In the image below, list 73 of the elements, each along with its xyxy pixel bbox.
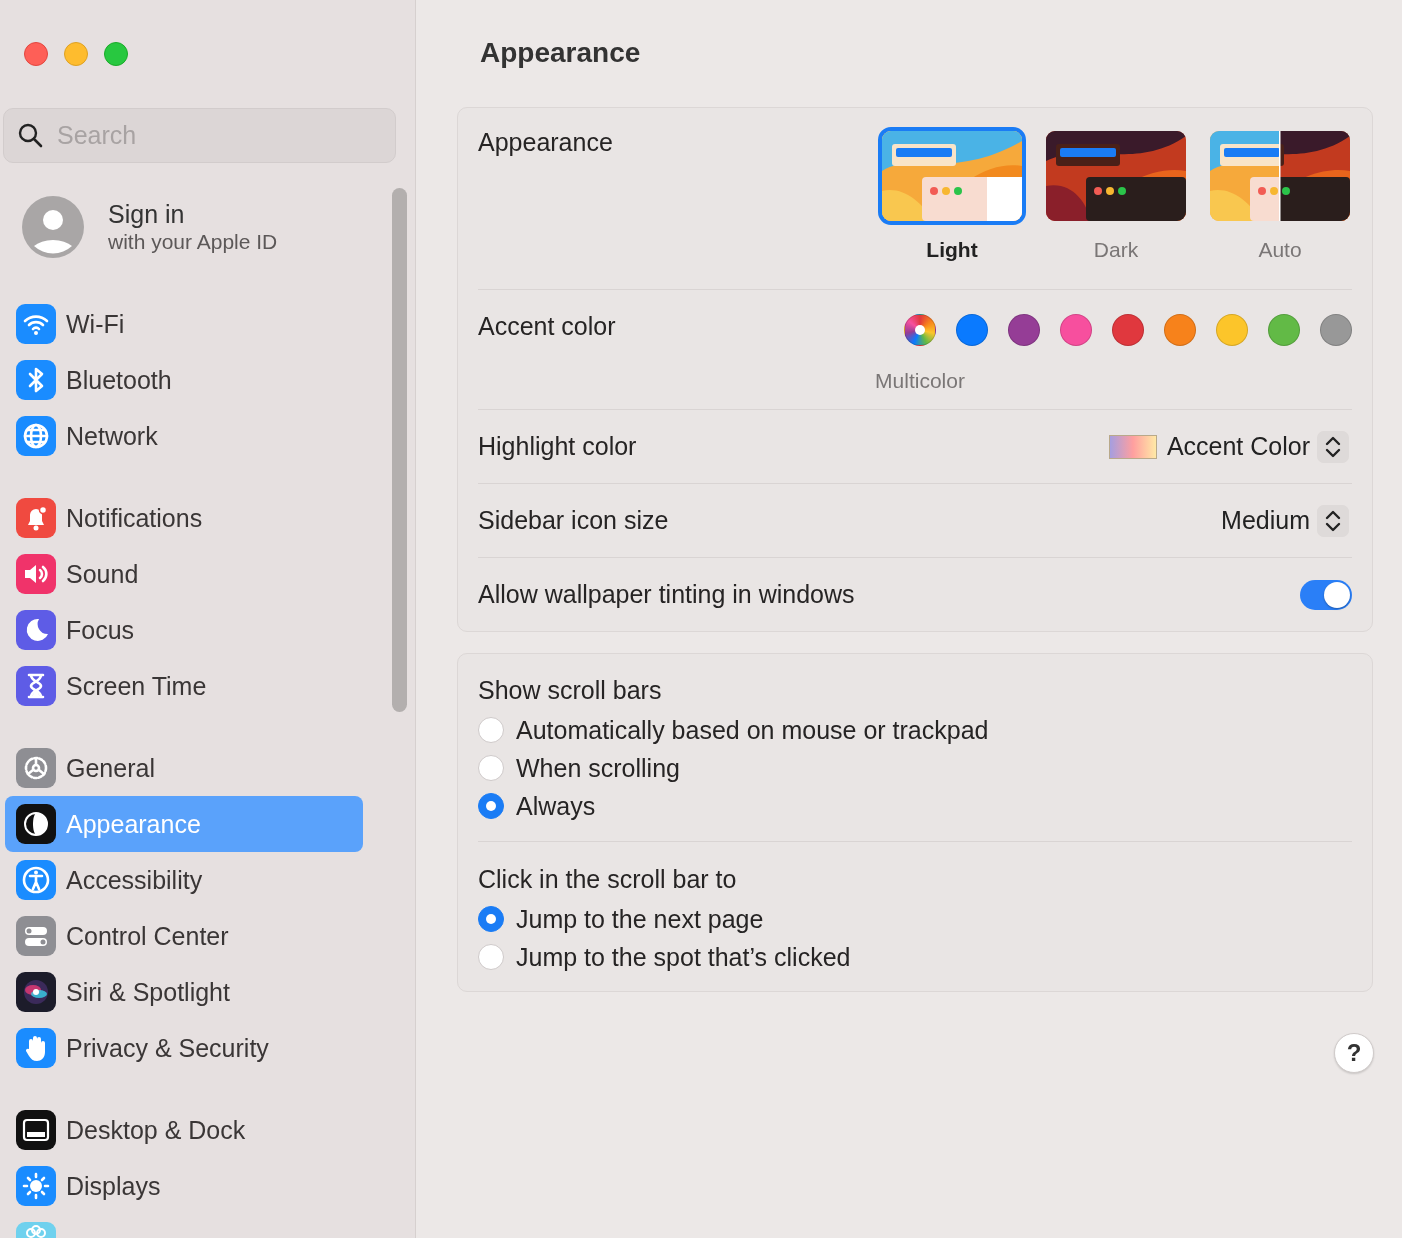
sidebar-item[interactable]: Screen Time bbox=[5, 658, 363, 714]
gear-icon bbox=[16, 748, 56, 788]
popup-button[interactable]: Accent Color bbox=[1166, 430, 1349, 463]
setting-label: Highlight color bbox=[478, 432, 637, 461]
hourglass-icon bbox=[16, 666, 56, 706]
setting-label: Allow wallpaper tinting in windows bbox=[478, 580, 855, 609]
toggle-switch[interactable] bbox=[1300, 579, 1352, 610]
sidebar-item[interactable]: Control Center bbox=[5, 908, 363, 964]
color-caption: Multicolor bbox=[875, 368, 965, 394]
setting-label: Accent color bbox=[478, 312, 616, 341]
orb-icon bbox=[16, 972, 56, 1012]
theme-label[interactable]: Dark bbox=[1093, 237, 1139, 263]
zoom-button[interactable] bbox=[104, 42, 128, 66]
sidebar-item[interactable]: Network bbox=[5, 408, 363, 464]
bell-icon bbox=[16, 498, 56, 538]
popup-button[interactable]: Medium bbox=[1221, 504, 1349, 537]
radio-label[interactable]: Always bbox=[516, 791, 596, 821]
hand-icon bbox=[16, 1028, 56, 1068]
sidebar-item[interactable]: Desktop & Dock bbox=[5, 1102, 363, 1158]
account-subtitle: with your Apple ID bbox=[108, 229, 278, 255]
wifi-icon bbox=[16, 304, 56, 344]
radio-button[interactable] bbox=[478, 793, 504, 819]
scrollbar[interactable] bbox=[392, 188, 407, 712]
color-swatch[interactable] bbox=[1320, 314, 1352, 346]
color-swatch[interactable] bbox=[1164, 314, 1196, 346]
radio-label[interactable]: Jump to the next page bbox=[516, 904, 764, 934]
bluetooth-icon bbox=[16, 360, 56, 400]
radio-label[interactable]: Automatically based on mouse or trackpad bbox=[516, 715, 989, 745]
radio-button[interactable] bbox=[478, 755, 504, 781]
sidebar-item[interactable]: Notifications bbox=[5, 490, 363, 546]
color-swatch[interactable] bbox=[1112, 314, 1144, 346]
sidebar-item[interactable]: Wi-Fi bbox=[5, 296, 363, 352]
color-swatch[interactable] bbox=[1008, 314, 1040, 346]
moon-icon bbox=[16, 610, 56, 650]
sidebar-item[interactable]: Privacy & Security bbox=[5, 1020, 363, 1076]
setting-label: Appearance bbox=[478, 128, 613, 157]
sidebar-item[interactable]: Displays bbox=[5, 1158, 363, 1214]
accessibility-icon bbox=[16, 860, 56, 900]
color-swatch[interactable] bbox=[1060, 314, 1092, 346]
radio-label[interactable]: Jump to the spot that’s clicked bbox=[516, 942, 851, 972]
theme-label[interactable]: Light bbox=[926, 237, 978, 263]
color-swatch bbox=[1108, 434, 1157, 459]
toggles-icon bbox=[16, 916, 56, 956]
color-swatch[interactable] bbox=[904, 314, 936, 346]
dock-icon bbox=[16, 1110, 56, 1150]
radio-button[interactable] bbox=[478, 717, 504, 743]
section-title: Show scroll bars bbox=[478, 675, 663, 705]
sidebar-item[interactable]: General bbox=[5, 740, 363, 796]
close-button[interactable] bbox=[24, 42, 48, 66]
setting-label: Sidebar icon size bbox=[478, 506, 669, 535]
speaker-icon bbox=[16, 554, 56, 594]
sidebar-item[interactable]: Siri & Spotlight bbox=[5, 964, 363, 1020]
section-title: Click in the scroll bar to bbox=[478, 864, 738, 894]
color-swatch[interactable] bbox=[1216, 314, 1248, 346]
radio-button[interactable] bbox=[478, 944, 504, 970]
radio-label[interactable]: When scrolling bbox=[516, 753, 680, 783]
contrast-icon bbox=[16, 804, 56, 844]
radio-button[interactable] bbox=[478, 906, 504, 932]
page-title: Appearance bbox=[480, 36, 642, 70]
theme-label[interactable]: Auto bbox=[1258, 237, 1302, 263]
help-button[interactable]: ? bbox=[1334, 1033, 1374, 1073]
color-swatch[interactable] bbox=[956, 314, 988, 346]
sun-icon bbox=[16, 1166, 56, 1206]
minimize-button[interactable] bbox=[64, 42, 88, 66]
avatar-icon[interactable] bbox=[22, 196, 84, 258]
sign-in-link[interactable]: Sign in bbox=[108, 199, 278, 229]
sidebar-item[interactable]: Sound bbox=[5, 546, 363, 602]
sidebar-item[interactable]: Focus bbox=[5, 602, 363, 658]
color-swatch[interactable] bbox=[1268, 314, 1300, 346]
sidebar-item[interactable]: Bluetooth bbox=[5, 352, 363, 408]
globe-icon bbox=[16, 416, 56, 456]
search-icon bbox=[17, 122, 43, 148]
sidebar-item[interactable]: Accessibility bbox=[5, 852, 363, 908]
